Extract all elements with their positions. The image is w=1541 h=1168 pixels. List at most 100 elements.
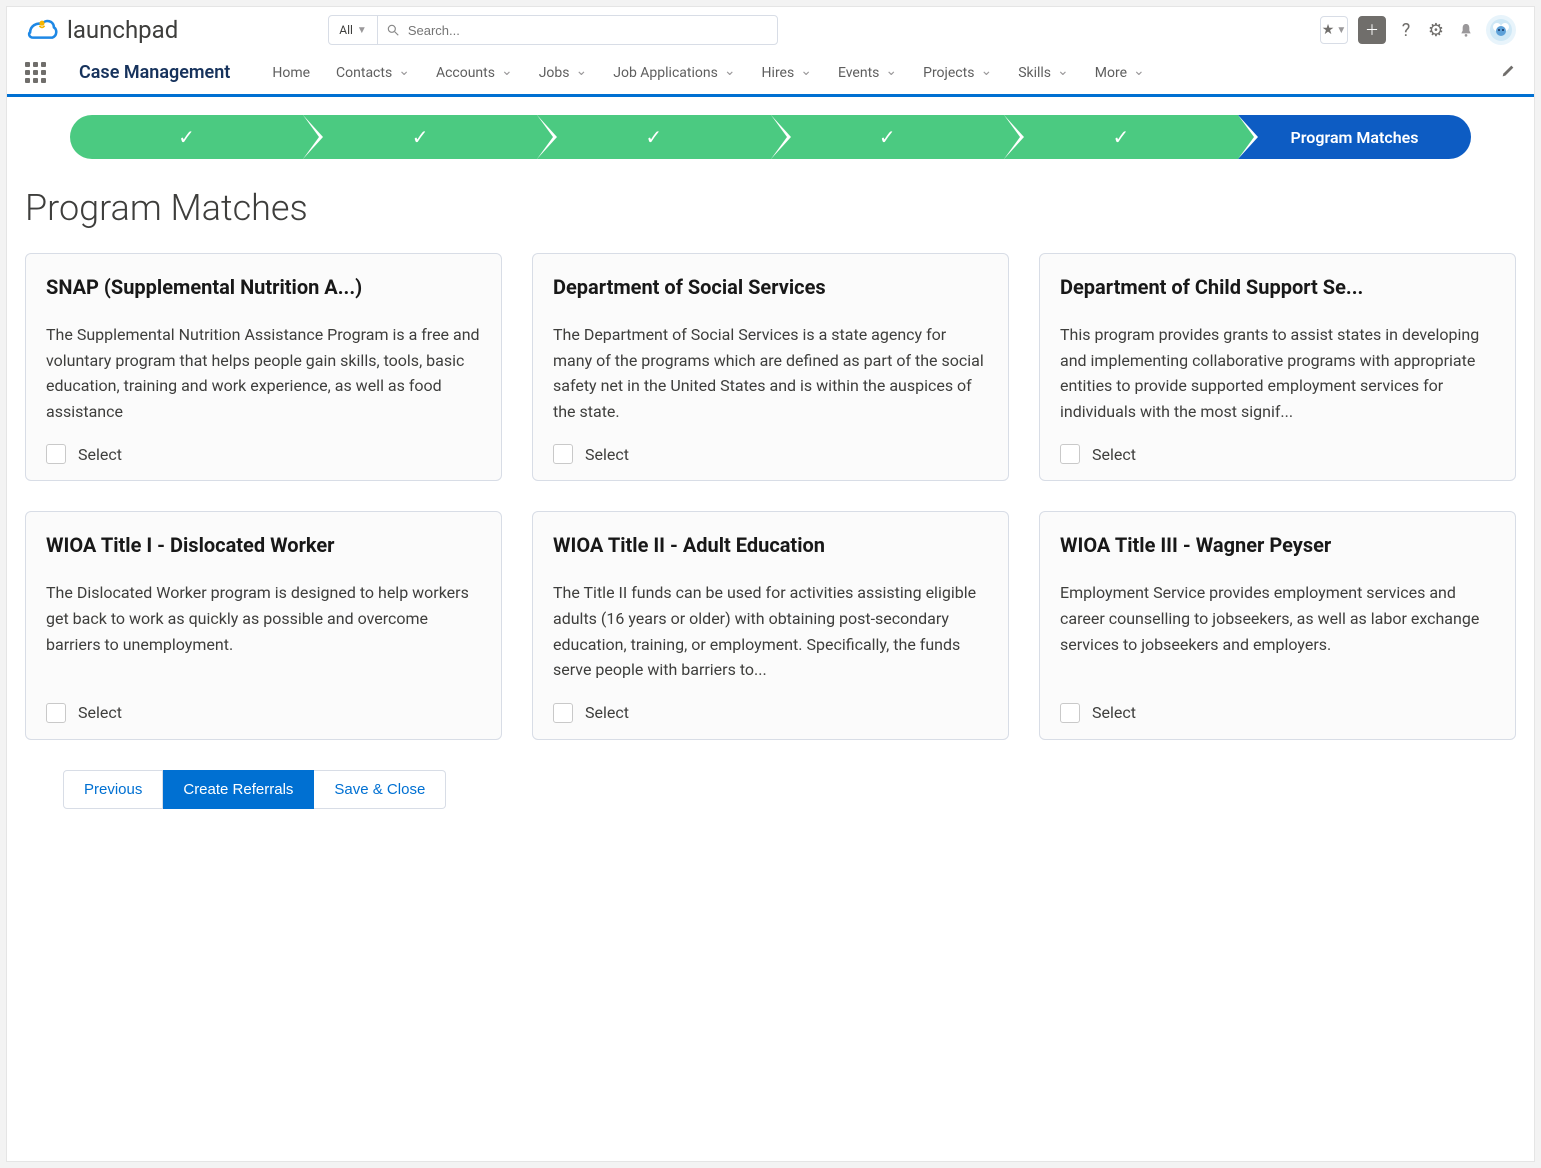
header-tools: ★▼ ＋ ? ⚙ — [1320, 15, 1516, 45]
path-step-active[interactable]: Program Matches — [1238, 115, 1472, 159]
select-label: Select — [1092, 445, 1136, 464]
program-card-desc: The Dislocated Worker program is designe… — [46, 580, 481, 657]
program-card-desc: The Title II funds can be used for activ… — [553, 580, 988, 682]
help-button[interactable]: ? — [1396, 20, 1416, 40]
setup-button[interactable]: ⚙ — [1426, 20, 1446, 40]
program-card-title: Department of Social Services — [553, 274, 988, 300]
program-select-row: Select — [553, 424, 988, 464]
check-icon: ✓ — [645, 125, 662, 149]
select-label: Select — [1092, 703, 1136, 722]
nav-item-contacts[interactable]: Contacts⌄ — [336, 65, 410, 81]
plus-icon: ＋ — [1365, 20, 1379, 40]
nav-item-label: Events — [838, 65, 879, 81]
edit-nav-button[interactable] — [1500, 63, 1516, 83]
program-card: SNAP (Supplemental Nutrition A...) The S… — [25, 253, 502, 481]
check-icon: ✓ — [879, 125, 896, 149]
path-step-4[interactable]: ✓ — [771, 115, 1005, 159]
nav-item-skills[interactable]: Skills ⌄ — [1018, 65, 1069, 81]
avatar-icon — [1489, 18, 1513, 42]
global-search[interactable]: All ▼ — [328, 15, 778, 45]
select-label: Select — [585, 703, 629, 722]
user-avatar[interactable] — [1486, 15, 1516, 45]
global-actions-button[interactable]: ＋ — [1358, 16, 1386, 44]
select-checkbox[interactable] — [1060, 703, 1080, 723]
program-card-desc: Employment Service provides employment s… — [1060, 580, 1495, 657]
program-card-title: WIOA Title II - Adult Education — [553, 532, 988, 558]
favorites-button[interactable]: ★▼ — [1320, 16, 1348, 44]
nav-item-accounts[interactable]: Accounts⌄ — [436, 65, 513, 81]
caret-down-icon: ▼ — [1336, 25, 1346, 36]
path-step-5[interactable]: ✓ — [1004, 115, 1238, 159]
select-checkbox[interactable] — [553, 444, 573, 464]
select-label: Select — [78, 703, 122, 722]
global-header: launchpad All ▼ ★▼ ＋ ? ⚙ — [7, 7, 1534, 51]
program-card-title: Department of Child Support Se... — [1060, 274, 1495, 300]
select-label: Select — [78, 445, 122, 464]
notifications-button[interactable] — [1456, 20, 1476, 40]
caret-down-icon: ▼ — [357, 25, 367, 36]
chevron-down-icon: ⌄ — [1133, 63, 1145, 79]
select-checkbox[interactable] — [1060, 444, 1080, 464]
previous-button[interactable]: Previous — [63, 770, 163, 809]
nav-item-more[interactable]: More ⌄ — [1095, 65, 1145, 81]
path-step-1[interactable]: ✓ — [70, 115, 304, 159]
nav-item-home[interactable]: Home — [272, 65, 310, 81]
program-select-row: Select — [46, 683, 481, 723]
chevron-down-icon: ⌄ — [724, 63, 736, 79]
footer-actions: Previous Create Referrals Save & Close — [63, 770, 1516, 809]
program-select-row: Select — [1060, 683, 1495, 723]
program-cards-grid: SNAP (Supplemental Nutrition A...) The S… — [25, 253, 1516, 740]
check-icon: ✓ — [178, 125, 195, 149]
nav-item-projects[interactable]: Projects⌄ — [923, 65, 992, 81]
select-checkbox[interactable] — [46, 444, 66, 464]
page-title: Program Matches — [25, 187, 1516, 229]
program-select-row: Select — [1060, 424, 1495, 464]
check-icon: ✓ — [1113, 125, 1130, 149]
save-close-button[interactable]: Save & Close — [314, 770, 446, 809]
nav-item-label: Accounts — [436, 65, 495, 81]
brand-name: launchpad — [67, 16, 178, 44]
nav-item-label: Contacts — [336, 65, 392, 81]
chevron-down-icon: ⌄ — [1057, 63, 1069, 79]
program-card: Department of Social Services The Depart… — [532, 253, 1009, 481]
nav-item-label: Skills — [1018, 65, 1051, 81]
nav-item-hires[interactable]: Hires⌄ — [762, 65, 812, 81]
search-scope-dropdown[interactable]: All ▼ — [329, 16, 378, 44]
nav-item-jobs[interactable]: Jobs ⌄ — [539, 65, 588, 81]
program-card-desc: This program provides grants to assist s… — [1060, 322, 1495, 424]
program-card: WIOA Title I - Dislocated Worker The Dis… — [25, 511, 502, 739]
app-name: Case Management — [79, 62, 230, 83]
program-select-row: Select — [46, 424, 481, 464]
nav-item-events[interactable]: Events ⌄ — [838, 65, 897, 81]
chevron-down-icon: ⌄ — [980, 63, 992, 79]
nav-item-label: More — [1095, 65, 1127, 81]
program-card-title: SNAP (Supplemental Nutrition A...) — [46, 274, 481, 300]
select-checkbox[interactable] — [553, 703, 573, 723]
nav-item-job-applications[interactable]: Job Applications⌄ — [613, 65, 735, 81]
bell-icon — [1458, 22, 1474, 38]
path-stepper: ✓ ✓ ✓ ✓ ✓ Program Matches — [70, 115, 1472, 159]
create-referrals-button[interactable]: Create Referrals — [163, 770, 314, 809]
nav-item-label: Home — [272, 65, 310, 81]
select-checkbox[interactable] — [46, 703, 66, 723]
pencil-icon — [1500, 63, 1516, 79]
chevron-down-icon: ⌄ — [576, 63, 588, 79]
launchpad-logo-icon — [25, 17, 59, 43]
program-card: WIOA Title II - Adult Education The Titl… — [532, 511, 1009, 739]
nav-item-label: Hires — [762, 65, 795, 81]
path-step-2[interactable]: ✓ — [303, 115, 537, 159]
search-input[interactable] — [408, 23, 769, 38]
brand-logo[interactable]: launchpad — [25, 16, 178, 44]
nav-item-label: Jobs — [539, 65, 570, 81]
search-icon — [386, 23, 400, 37]
app-nav: Case Management HomeContacts⌄Accounts⌄Jo… — [7, 51, 1534, 97]
star-icon: ★ — [1322, 22, 1335, 38]
path-step-3[interactable]: ✓ — [537, 115, 771, 159]
gear-icon: ⚙ — [1428, 20, 1444, 41]
app-launcher-icon[interactable] — [25, 62, 47, 84]
chevron-down-icon: ⌄ — [885, 63, 897, 79]
program-card: WIOA Title III - Wagner Peyser Employmen… — [1039, 511, 1516, 739]
path-step-active-label: Program Matches — [1291, 128, 1419, 147]
program-card-desc: The Supplemental Nutrition Assistance Pr… — [46, 322, 481, 424]
program-card-desc: The Department of Social Services is a s… — [553, 322, 988, 424]
